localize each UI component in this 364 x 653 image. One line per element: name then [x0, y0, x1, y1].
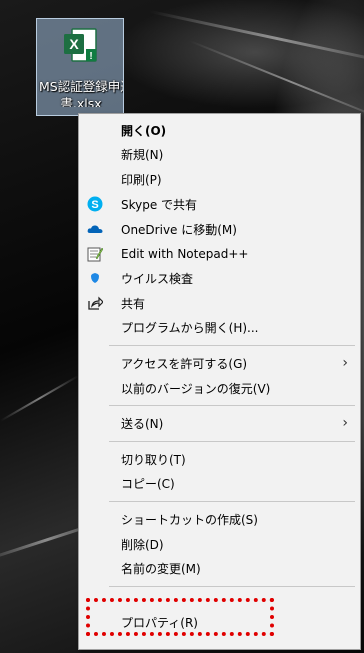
menu-item-send-to[interactable]: 送る(N) ›	[79, 411, 360, 435]
menu-item-skype-share[interactable]: S Skype で共有	[79, 192, 360, 216]
menu-item-label: Skype で共有	[121, 197, 198, 212]
notepadpp-icon	[87, 246, 103, 262]
excel-file-icon: X !	[64, 28, 97, 62]
menu-item-label: Edit with Notepad++	[121, 247, 249, 261]
menu-item-print[interactable]: 印刷(P)	[79, 167, 360, 191]
context-menu: 開く(O) 新規(N) 印刷(P) S Skype で共有 OneDrive に…	[78, 113, 361, 650]
menu-item-copy[interactable]: コピー(C)	[79, 471, 360, 495]
svg-text:X: X	[69, 36, 79, 52]
menu-item-open[interactable]: 開く(O)	[79, 118, 360, 142]
menu-item-open-with[interactable]: プログラムから開く(H)...	[79, 315, 360, 339]
file-name-label: MS認証登録申込	[39, 79, 123, 94]
menu-item-share[interactable]: 共有	[79, 291, 360, 315]
menu-item-label: 削除(D)	[121, 537, 164, 552]
menu-item-new[interactable]: 新規(N)	[79, 142, 360, 166]
menu-item-label: 切り取り(T)	[121, 452, 186, 467]
desktop-file-icon[interactable]: X ! MS認証登録申込 書.xlsx	[36, 18, 124, 116]
menu-item-create-shortcut[interactable]: ショートカットの作成(S)	[79, 507, 360, 531]
menu-item-rename[interactable]: 名前の変更(M)	[79, 556, 360, 580]
menu-item-delete[interactable]: 削除(D)	[79, 532, 360, 556]
chevron-right-icon: ›	[342, 415, 348, 431]
share-icon	[87, 295, 103, 311]
chevron-right-icon: ›	[342, 355, 348, 371]
menu-item-label: 新規(N)	[121, 147, 164, 162]
menu-separator	[109, 345, 355, 346]
menu-item-restore-previous[interactable]: 以前のバージョンの復元(V)	[79, 376, 360, 400]
menu-item-label: 以前のバージョンの復元(V)	[121, 381, 271, 396]
wallpaper-streak	[149, 10, 364, 67]
menu-separator	[109, 405, 355, 406]
menu-item-notepadpp[interactable]: Edit with Notepad++	[79, 242, 360, 266]
menu-item-label: プログラムから開く(H)...	[121, 320, 259, 335]
skype-icon: S	[87, 196, 103, 212]
menu-separator	[109, 501, 355, 502]
wallpaper-streak	[0, 375, 79, 422]
menu-separator	[109, 586, 355, 587]
menu-item-label: ショートカットの作成(S)	[121, 512, 258, 527]
menu-item-label: 開く(O)	[121, 123, 167, 138]
svg-text:!: !	[89, 51, 92, 62]
menu-item-label: 共有	[121, 296, 146, 311]
menu-item-label: コピー(C)	[121, 476, 175, 491]
menu-item-grant-access[interactable]: アクセスを許可する(G) ›	[79, 351, 360, 375]
menu-item-label: ウイルス検査	[121, 271, 194, 286]
shield-icon	[87, 270, 103, 286]
menu-item-virus-scan[interactable]: ウイルス検査	[79, 266, 360, 290]
menu-item-label: 名前の変更(M)	[121, 561, 201, 576]
menu-item-label: 送る(N)	[121, 416, 164, 431]
menu-item-onedrive-move[interactable]: OneDrive に移動(M)	[79, 217, 360, 241]
menu-item-cut[interactable]: 切り取り(T)	[79, 447, 360, 471]
highlight-annotation	[86, 598, 274, 636]
menu-item-label: アクセスを許可する(G)	[121, 356, 248, 371]
menu-item-label: OneDrive に移動(M)	[121, 222, 237, 237]
file-name-label-line2: 書.xlsx	[60, 96, 102, 107]
onedrive-icon	[87, 221, 103, 237]
menu-separator	[109, 441, 355, 442]
menu-item-label: 印刷(P)	[121, 172, 162, 187]
svg-text:S: S	[91, 199, 98, 211]
